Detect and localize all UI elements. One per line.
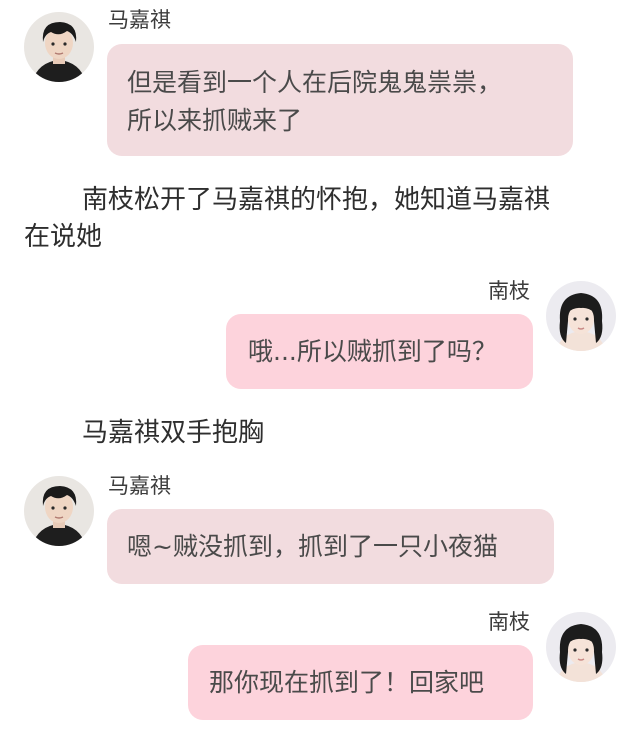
message-text: 哦...所以贼抓到了吗？ bbox=[248, 337, 497, 366]
sender-name: 南枝 bbox=[488, 610, 530, 634]
female-avatar-icon bbox=[546, 612, 616, 682]
avatar[interactable] bbox=[24, 476, 94, 546]
chat-bubble[interactable]: 但是看到一个人在后院鬼鬼祟祟， 所以来抓贼来了 bbox=[107, 44, 573, 156]
message-text: 但是看到一个人在后院鬼鬼祟祟， bbox=[127, 68, 503, 97]
female-avatar-icon bbox=[546, 281, 616, 351]
message-text: 那你现在抓到了！回家吧 bbox=[209, 668, 485, 697]
avatar[interactable] bbox=[546, 612, 616, 682]
male-avatar-icon bbox=[24, 12, 94, 82]
narration-line: 在说她 bbox=[24, 222, 103, 252]
male-avatar-icon bbox=[24, 476, 94, 546]
sender-name: 马嘉祺 bbox=[108, 474, 171, 498]
message-text: 所以来抓贼来了 bbox=[127, 106, 303, 135]
message-text: 嗯~贼没抓到，抓到了一只小夜猫 bbox=[127, 532, 498, 561]
chat-bubble[interactable]: 嗯~贼没抓到，抓到了一只小夜猫 bbox=[107, 509, 554, 584]
sender-name: 南枝 bbox=[488, 279, 530, 303]
narration-line: 马嘉祺双手抱胸 bbox=[82, 418, 265, 448]
narration-text: 马嘉祺双手抱胸 bbox=[82, 415, 264, 452]
chat-bubble[interactable]: 哦...所以贼抓到了吗？ bbox=[226, 314, 533, 389]
narration-line: 南枝松开了马嘉祺的怀抱，她知道马嘉祺 bbox=[82, 185, 551, 215]
narration-text: 南枝松开了马嘉祺的怀抱，她知道马嘉祺 在说她 bbox=[24, 182, 624, 256]
chat-bubble[interactable]: 那你现在抓到了！回家吧 bbox=[188, 645, 533, 720]
sender-name: 马嘉祺 bbox=[108, 8, 171, 32]
avatar[interactable] bbox=[24, 12, 94, 82]
avatar[interactable] bbox=[546, 281, 616, 351]
